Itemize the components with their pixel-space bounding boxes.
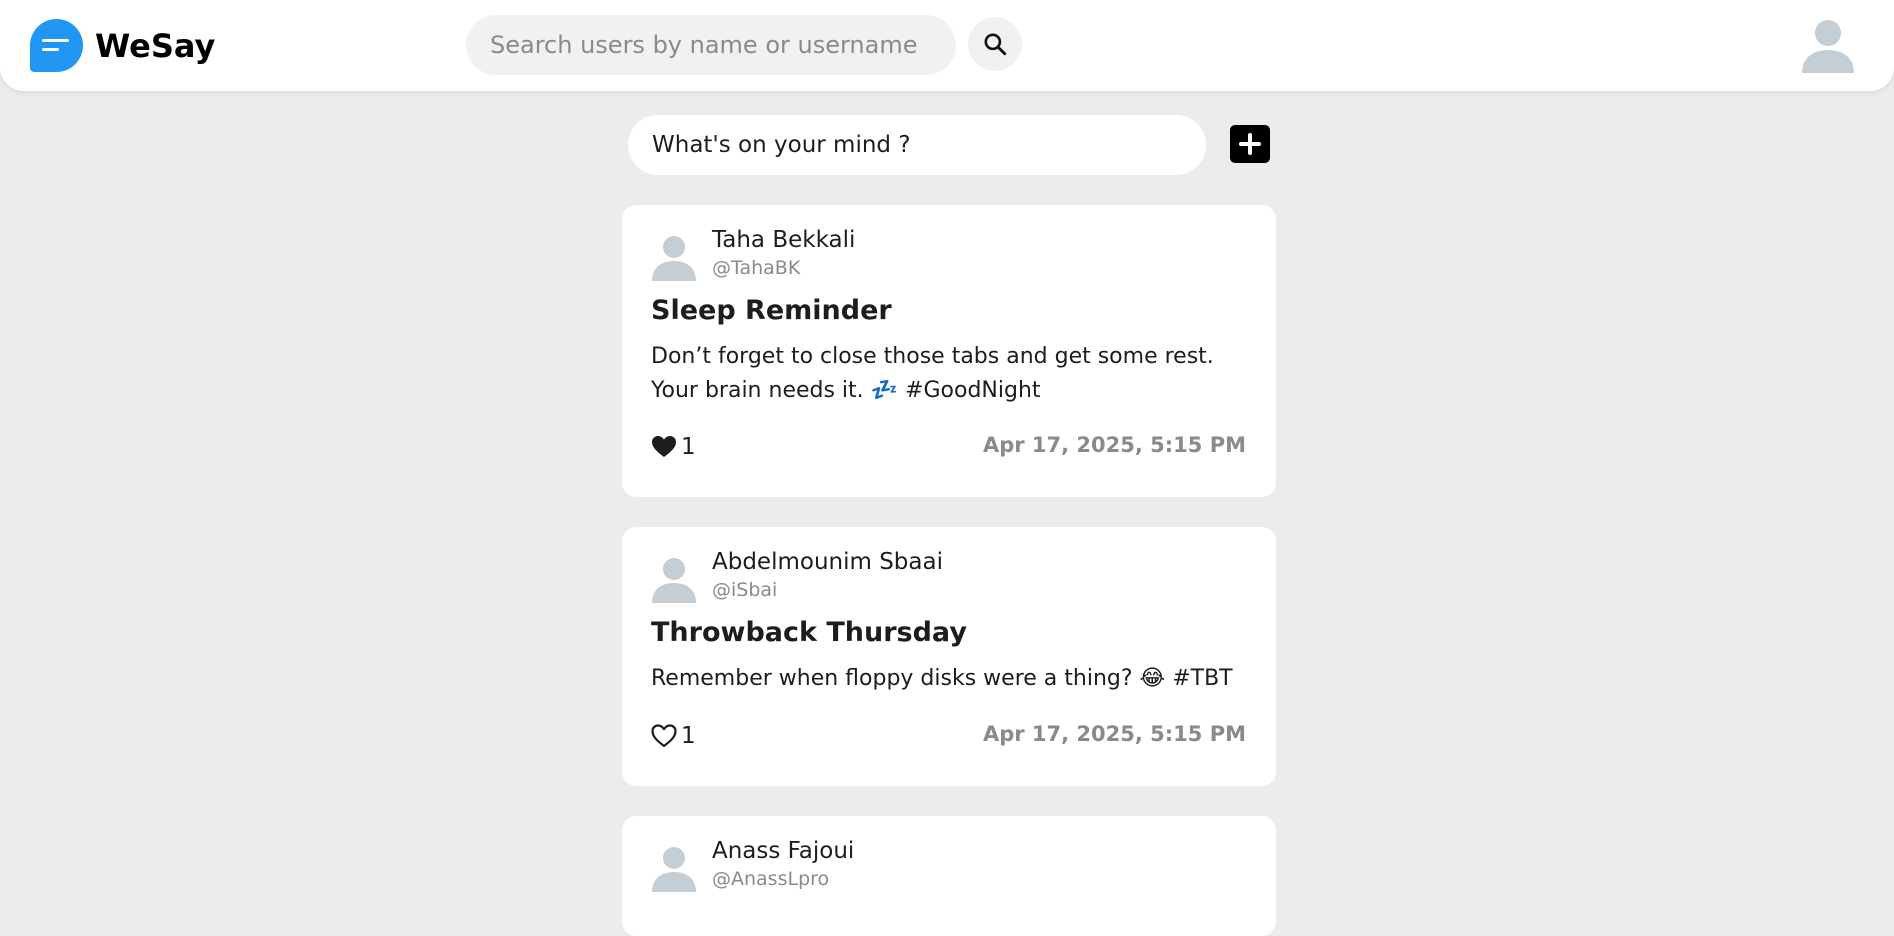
post-title: Throwback Thursday <box>651 617 967 648</box>
post-card: Abdelmounim Sbaai @iSbai Throwback Thurs… <box>622 527 1276 786</box>
composer-input[interactable] <box>628 115 1206 175</box>
like-button[interactable]: 1 <box>651 434 696 460</box>
user-avatar-icon <box>652 558 696 603</box>
like-count: 1 <box>681 723 696 749</box>
post-card: Anass Fajoui @AnassLpro <box>622 816 1276 936</box>
post-author-name[interactable]: Abdelmounim Sbaai <box>712 549 943 575</box>
heart-outline-icon <box>651 724 677 748</box>
brand-name: WeSay <box>95 26 216 65</box>
plus-icon <box>1239 133 1261 155</box>
user-avatar-button[interactable] <box>1800 17 1856 73</box>
chat-bubble-logo-icon <box>30 19 83 72</box>
add-post-button[interactable] <box>1230 125 1270 163</box>
post-author-name[interactable]: Anass Fajoui <box>712 838 854 864</box>
post-author-name[interactable]: Taha Bekkali <box>712 227 855 253</box>
post-body-line: Your brain needs it. 💤 #GoodNight <box>651 378 1041 403</box>
search-icon <box>984 33 1007 56</box>
post-timestamp: Apr 17, 2025, 5:15 PM <box>982 722 1246 746</box>
like-button[interactable]: 1 <box>651 723 696 749</box>
post-body-line: Remember when floppy disks were a thing?… <box>651 666 1233 691</box>
search-button[interactable] <box>968 17 1022 71</box>
brand[interactable]: WeSay <box>30 19 215 72</box>
user-avatar-icon <box>652 847 696 892</box>
post-body: Don’t forget to close those tabs and get… <box>651 340 1251 408</box>
post-timestamp: Apr 17, 2025, 5:15 PM <box>982 433 1246 457</box>
post-body: Remember when floppy disks were a thing?… <box>651 662 1251 696</box>
post-card: Taha Bekkali @TahaBK Sleep Reminder Don’… <box>622 205 1276 497</box>
post-author-handle[interactable]: @iSbai <box>712 579 777 601</box>
top-navbar: WeSay <box>0 0 1894 91</box>
heart-filled-icon <box>652 436 676 457</box>
search-input[interactable] <box>466 15 956 75</box>
user-avatar-icon <box>1802 20 1854 73</box>
author-avatar[interactable] <box>650 233 698 281</box>
post-title: Sleep Reminder <box>651 295 892 326</box>
user-avatar-icon <box>652 236 696 281</box>
like-count: 1 <box>681 434 696 460</box>
post-author-handle[interactable]: @TahaBK <box>712 257 800 279</box>
author-avatar[interactable] <box>650 555 698 603</box>
post-body-line: Don’t forget to close those tabs and get… <box>651 344 1214 369</box>
post-author-handle[interactable]: @AnassLpro <box>712 868 829 890</box>
author-avatar[interactable] <box>650 844 698 892</box>
